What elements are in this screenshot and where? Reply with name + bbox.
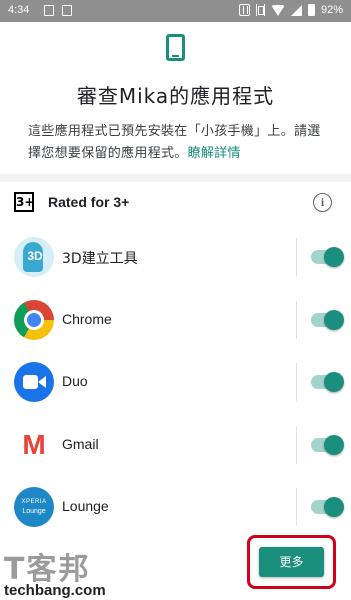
app-row-gmail: M Gmail [0, 414, 351, 476]
rating-header: 3+ Rated for 3+ i [0, 182, 351, 224]
watermark-logo: T客邦 [4, 552, 91, 587]
app-row-3d-creator: 3D 3D建立工具 [0, 226, 351, 288]
gmail-icon: M [14, 425, 54, 465]
app-name: Chrome [62, 311, 112, 327]
divider [296, 426, 297, 464]
wifi-icon [270, 4, 285, 16]
app-name: Duo [62, 373, 88, 389]
description-text: 這些應用程式已預先安裝在「小孩手機」上。請選擇您想要保留的應用程式。 [28, 124, 321, 161]
notification-icon [44, 5, 54, 16]
info-icon[interactable]: i [313, 193, 332, 212]
highlight-box: 更多 [247, 535, 336, 589]
app-row-chrome: Chrome [0, 289, 351, 351]
app-toggle[interactable] [311, 310, 344, 330]
nfc-icon [238, 4, 250, 16]
image-notification-icon [62, 5, 72, 16]
learn-more-link[interactable]: 瞭解詳情 [188, 146, 241, 161]
app-name: 3D建立工具 [62, 251, 138, 267]
rating-badge-icon: 3+ [14, 192, 34, 212]
page-title: 審查Mika的應用程式 [76, 84, 275, 108]
watermark: T客邦 techbang.com [4, 544, 164, 599]
divider [296, 488, 297, 526]
duo-icon [14, 362, 54, 402]
divider [296, 363, 297, 401]
status-bar: 4:34 92% [0, 0, 351, 22]
app-toggle[interactable] [311, 372, 344, 392]
app-row-lounge: XPERIA Lounge Lounge [0, 476, 351, 538]
divider [296, 301, 297, 339]
status-time: 4:34 [8, 4, 30, 16]
battery-icon [307, 4, 315, 16]
app-name: Gmail [62, 436, 99, 452]
3d-creator-icon: 3D [14, 237, 54, 277]
phone-icon [166, 34, 185, 61]
chrome-icon [14, 300, 54, 340]
xperia-lounge-icon: XPERIA Lounge [14, 487, 54, 527]
page-description: 這些應用程式已預先安裝在「小孩手機」上。請選擇您想要保留的應用程式。瞭解詳情 [28, 121, 328, 165]
app-row-duo: Duo [0, 351, 351, 413]
vibrate-icon [255, 4, 265, 16]
app-toggle[interactable] [311, 247, 344, 267]
rating-label: Rated for 3+ [48, 194, 130, 210]
section-divider [0, 174, 351, 182]
battery-level: 92% [320, 4, 343, 16]
signal-icon [290, 4, 302, 16]
divider [296, 238, 297, 276]
app-name: Lounge [62, 498, 109, 514]
app-toggle[interactable] [311, 497, 344, 517]
app-toggle[interactable] [311, 435, 344, 455]
more-button[interactable]: 更多 [259, 547, 324, 577]
